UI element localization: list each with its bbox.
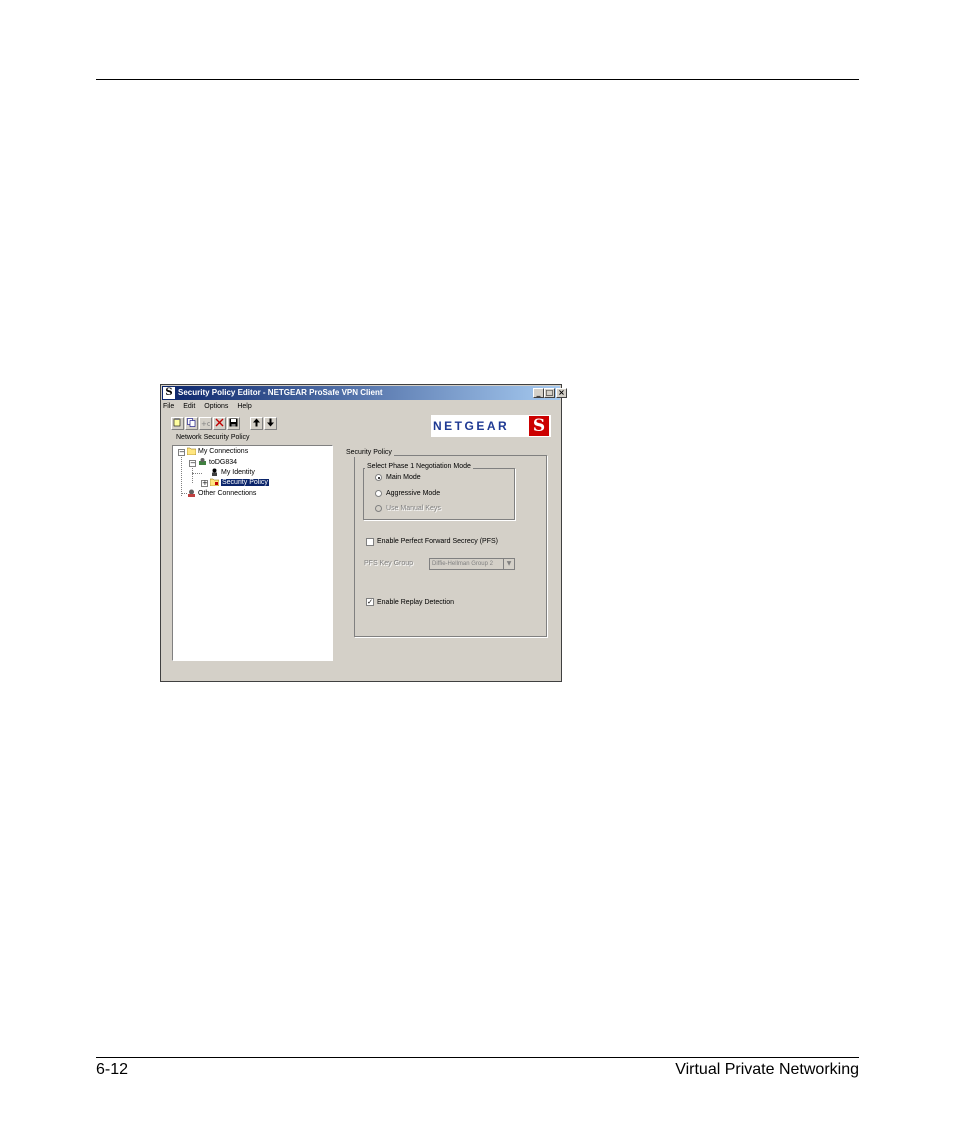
delete-icon[interactable] xyxy=(213,417,226,430)
aggressive-mode-radio[interactable] xyxy=(375,490,382,497)
security-policy-editor-window: S Security Policy Editor - NETGEAR ProSa… xyxy=(160,384,567,682)
replay-detection-checkbox[interactable]: ✓ xyxy=(366,598,374,606)
manual-keys-radio[interactable] xyxy=(375,505,382,512)
tree-label: My Connections xyxy=(198,448,249,455)
pfs-key-group-select[interactable]: Diffie-Hellman Group 2 ▼ xyxy=(429,558,515,570)
page-number: 6-12 xyxy=(96,1061,129,1078)
copy-connection-icon[interactable] xyxy=(185,417,198,430)
other-connections-icon xyxy=(188,489,195,498)
manual-keys-label: Use Manual Keys xyxy=(386,505,441,512)
window-title: Security Policy Editor - NETGEAR ProSafe… xyxy=(178,388,383,397)
minimize-button[interactable]: _ xyxy=(533,388,544,398)
policy-folder-icon xyxy=(210,478,219,487)
save-icon[interactable] xyxy=(227,417,240,430)
tree-heading: Network Security Policy xyxy=(176,434,250,441)
menu-bar: File Edit Options Help xyxy=(163,401,259,412)
section-title: Virtual Private Networking xyxy=(675,1061,859,1078)
menu-help[interactable]: Help xyxy=(237,401,251,412)
aggressive-mode-label: Aggressive Mode xyxy=(386,490,441,497)
main-mode-label: Main Mode xyxy=(386,474,421,481)
footer-rule xyxy=(96,1057,859,1058)
connection-settings-icon[interactable]: +c xyxy=(199,417,212,430)
netgear-logo: NETGEAR S xyxy=(431,415,551,437)
pfs-label: Enable Perfect Forward Secrecy (PFS) xyxy=(377,538,498,545)
tree-expander-todg834[interactable]: − xyxy=(189,460,196,467)
pfs-key-group-label: PFS Key Group xyxy=(364,560,414,567)
tree-expander-my-connections[interactable]: − xyxy=(178,449,185,456)
move-up-icon[interactable] xyxy=(250,417,263,430)
menu-edit[interactable]: Edit xyxy=(183,401,195,412)
tree-label-selected: Security Policy xyxy=(221,479,269,486)
chevron-down-icon: ▼ xyxy=(503,559,514,569)
header-rule xyxy=(96,79,859,80)
policy-tree[interactable]: − My Connections − toDG834 My Identity +… xyxy=(172,445,333,661)
tree-item-my-identity[interactable]: My Identity xyxy=(210,468,255,478)
tree-expander-security-policy[interactable]: + xyxy=(201,480,208,487)
svg-text:+c: +c xyxy=(201,420,210,427)
tree-label: Other Connections xyxy=(198,490,257,497)
tree-label: My Identity xyxy=(221,469,255,476)
connection-icon xyxy=(199,458,206,466)
replay-detection-label: Enable Replay Detection xyxy=(377,599,455,606)
folder-icon xyxy=(187,447,196,456)
phase1-mode-label: Select Phase 1 Negotiation Mode xyxy=(365,462,473,471)
maximize-button[interactable]: □ xyxy=(544,388,555,398)
move-down-icon[interactable] xyxy=(264,417,277,430)
menu-file[interactable]: File xyxy=(163,401,174,412)
menu-options[interactable]: Options xyxy=(204,401,228,412)
tree-item-security-policy[interactable]: Security Policy xyxy=(210,478,269,488)
app-s-icon: S xyxy=(163,387,175,399)
new-connection-icon[interactable] xyxy=(171,417,184,430)
identity-icon xyxy=(212,468,217,477)
security-policy-label: Security Policy xyxy=(344,448,394,457)
tree-item-my-connections[interactable]: My Connections xyxy=(187,447,248,457)
pfs-checkbox[interactable] xyxy=(366,538,374,546)
logo-text: NETGEAR xyxy=(433,419,510,433)
tree-item-todg834[interactable]: toDG834 xyxy=(198,458,237,468)
tree-item-other-connections[interactable]: Other Connections xyxy=(187,489,256,499)
main-mode-radio[interactable] xyxy=(375,474,382,481)
tree-label: toDG834 xyxy=(209,459,238,466)
pfs-key-group-value: Diffie-Hellman Group 2 xyxy=(432,561,493,567)
close-button[interactable]: × xyxy=(556,388,567,398)
title-bar: S Security Policy Editor - NETGEAR ProSa… xyxy=(162,386,567,400)
logo-s-mark: S xyxy=(529,416,549,436)
